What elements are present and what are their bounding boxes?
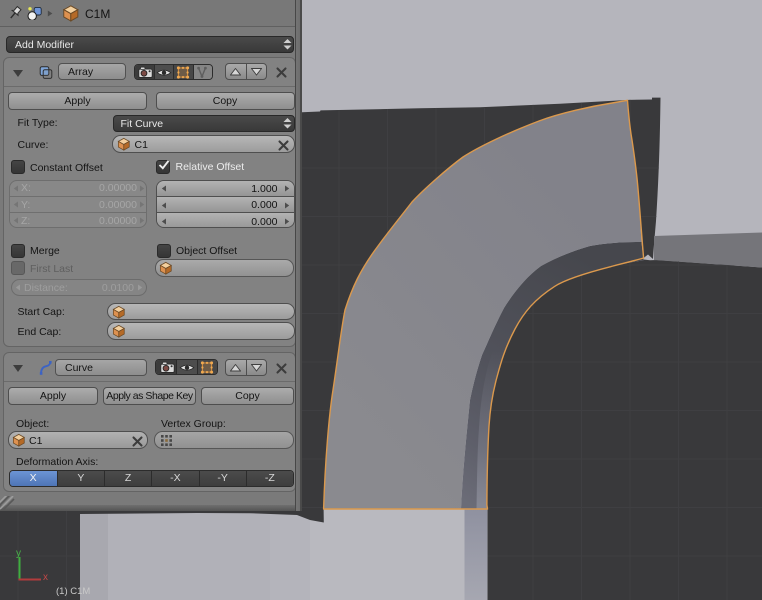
svg-text:x: x	[43, 572, 48, 583]
svg-text:y: y	[16, 548, 21, 559]
svg-text:(1) C1M: (1) C1M	[56, 586, 90, 597]
